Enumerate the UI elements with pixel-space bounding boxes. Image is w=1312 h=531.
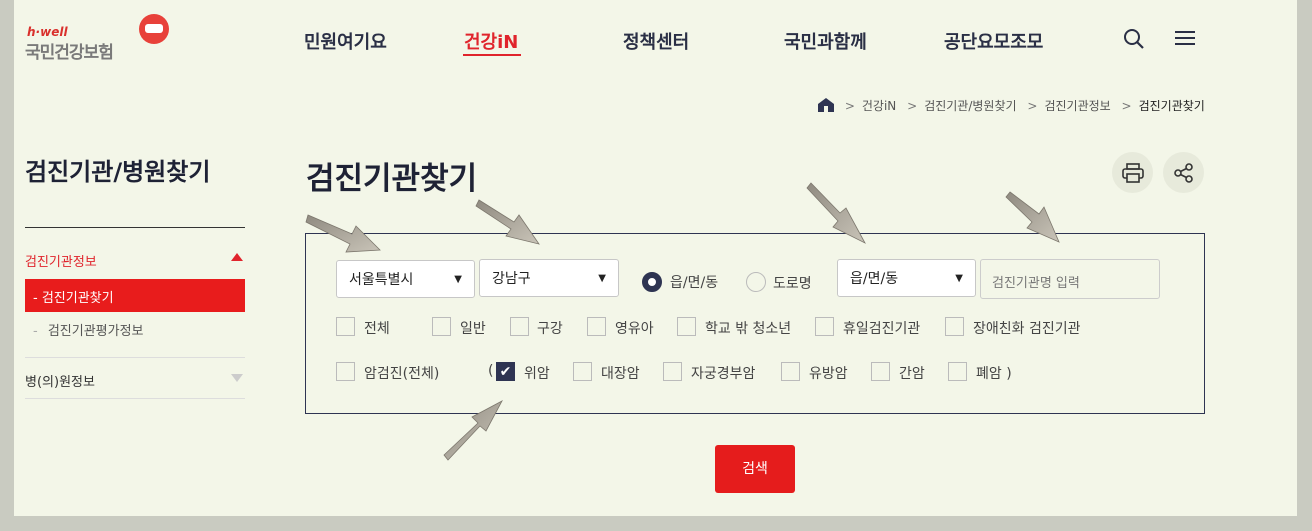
- checkbox-holiday[interactable]: [815, 317, 834, 336]
- sido-select-value: 서울특별시: [349, 272, 414, 288]
- nav-civil-service[interactable]: 민원여기요: [304, 28, 387, 54]
- dong-select-value: 읍/면/동: [850, 271, 899, 287]
- checkbox-label: 구강: [537, 321, 563, 337]
- breadcrumb-separator: >: [844, 99, 855, 113]
- checkbox-label: 대장암: [601, 366, 640, 382]
- breadcrumb-separator: >: [907, 99, 918, 113]
- share-icon: [1173, 162, 1193, 183]
- checkbox-colorectal-cancer[interactable]: [573, 362, 592, 381]
- triangle-down-icon[interactable]: [231, 374, 243, 382]
- checkbox-label: 휴일검진기관: [843, 321, 921, 337]
- checkbox-label: 전체: [364, 321, 390, 337]
- checkbox-general[interactable]: [432, 317, 451, 336]
- nav-about-nhis[interactable]: 공단요모조모: [944, 28, 1043, 54]
- home-icon[interactable]: [818, 98, 834, 112]
- share-button[interactable]: [1163, 152, 1204, 193]
- checkbox-label: 장애친화 검진기관: [973, 321, 1081, 337]
- checkbox-cancer-all[interactable]: [336, 362, 355, 381]
- checkbox-infant[interactable]: [587, 317, 606, 336]
- checkbox-disability-friendly[interactable]: [945, 317, 964, 336]
- sigungu-select[interactable]: 강남구 ▼: [479, 259, 619, 297]
- breadcrumb: > 건강iN > 검진기관/병원찾기 > 검진기관정보 > 검진기관찾기: [818, 97, 1205, 114]
- breadcrumb-item[interactable]: 검진기관정보: [1044, 99, 1110, 113]
- checkbox-label: 학교 밖 청소년: [705, 321, 792, 337]
- institution-name-input[interactable]: 검진기관명 입력: [980, 259, 1160, 299]
- sidebar-item-active[interactable]: - 검진기관찾기: [25, 279, 245, 312]
- sigungu-select-value: 강남구: [492, 271, 531, 287]
- chevron-down-icon: ▼: [454, 273, 462, 285]
- sidebar-divider-light: [25, 357, 245, 358]
- checkbox-label: 암검진(전체): [364, 366, 440, 382]
- breadcrumb-current: 검진기관찾기: [1138, 99, 1205, 113]
- page: h·well 국민건강보험 민원여기요 건강iN 정책센터 국민과함께 공단요모…: [14, 0, 1297, 516]
- radio-road[interactable]: [746, 272, 766, 292]
- checkbox-label: 폐암 ): [976, 366, 1012, 382]
- triangle-up-icon[interactable]: [231, 253, 243, 261]
- page-title: 검진기관찾기: [306, 161, 478, 197]
- checkbox-breast-cancer[interactable]: [781, 362, 800, 381]
- nav-active-underline: [463, 54, 521, 56]
- sidebar-item-evaluation[interactable]: - 검진기관평가정보: [33, 320, 144, 339]
- radio-road-label: 도로명: [773, 276, 812, 292]
- nav-with-people[interactable]: 국민과함께: [784, 28, 867, 54]
- dong-select[interactable]: 읍/면/동 ▼: [837, 259, 976, 297]
- menu-icon[interactable]: [1175, 29, 1195, 47]
- checkmark-icon: ✔: [499, 364, 512, 380]
- checkbox-out-of-school-youth[interactable]: [677, 317, 696, 336]
- checkbox-cervical-cancer[interactable]: [663, 362, 682, 381]
- checkbox-label: 자궁경부암: [691, 366, 756, 382]
- checkbox-liver-cancer[interactable]: [871, 362, 890, 381]
- search-button[interactable]: 검색: [715, 445, 795, 493]
- breadcrumb-item[interactable]: 건강iN: [862, 99, 896, 113]
- logo-tagline: h·well: [27, 25, 68, 39]
- checkbox-label: 간암: [899, 366, 925, 382]
- print-icon: [1121, 162, 1144, 183]
- sidebar-divider-light: [25, 398, 245, 399]
- radio-dong[interactable]: [642, 272, 662, 292]
- checkbox-label: 위암: [524, 366, 550, 382]
- radio-dong-label: 읍/면/동: [670, 275, 719, 291]
- nav-health-in[interactable]: 건강iN: [464, 28, 518, 54]
- sido-select[interactable]: 서울특별시 ▼: [336, 260, 475, 298]
- sidebar-divider: [25, 227, 245, 228]
- print-button[interactable]: [1112, 152, 1153, 193]
- paren-open: (: [488, 363, 494, 379]
- logo-text[interactable]: 국민건강보험: [25, 38, 114, 63]
- checkbox-lung-cancer[interactable]: [948, 362, 967, 381]
- chevron-down-icon: ▼: [598, 272, 606, 284]
- sidebar-item-label: 검진기관찾기: [41, 291, 114, 306]
- checkbox-label: 유방암: [809, 366, 848, 382]
- sidebar-section-checkup-info[interactable]: 검진기관정보: [25, 251, 97, 270]
- checkbox-label: 영유아: [615, 321, 654, 337]
- checkbox-label: 일반: [460, 321, 486, 337]
- sidebar-title: 검진기관/병원찾기: [25, 158, 211, 186]
- logo-mark-icon: [139, 14, 169, 44]
- nav-policy-center[interactable]: 정책센터: [623, 28, 689, 54]
- sidebar-section-hospital-info[interactable]: 병(의)원정보: [25, 371, 95, 390]
- breadcrumb-item[interactable]: 검진기관/병원찾기: [924, 99, 1016, 113]
- checkbox-oral[interactable]: [510, 317, 529, 336]
- breadcrumb-separator: >: [1121, 99, 1132, 113]
- search-icon[interactable]: [1123, 28, 1145, 50]
- chevron-down-icon: ▼: [955, 272, 963, 284]
- breadcrumb-separator: >: [1027, 99, 1038, 113]
- checkbox-stomach-cancer[interactable]: ✔: [496, 362, 515, 381]
- checkbox-all[interactable]: [336, 317, 355, 336]
- sidebar-item-label: 검진기관평가정보: [47, 324, 144, 339]
